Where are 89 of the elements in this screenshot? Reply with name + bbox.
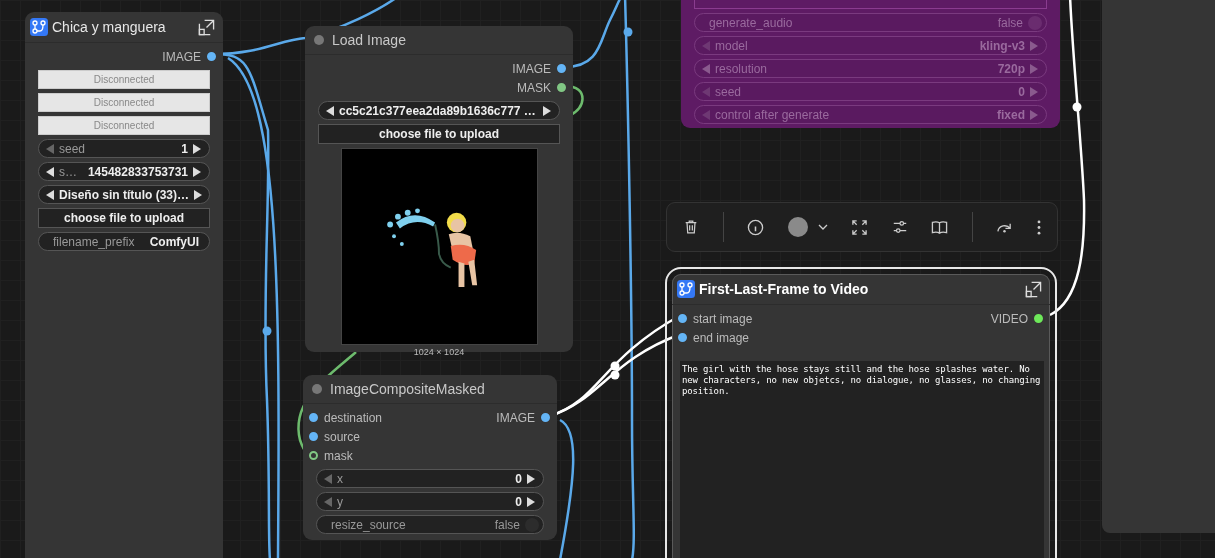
- sliders-icon[interactable]: [891, 219, 908, 235]
- output-label: IMAGE: [512, 61, 551, 76]
- widget-label: resize_source: [331, 517, 406, 532]
- chevron-down-icon[interactable]: [817, 224, 828, 230]
- more-icon[interactable]: [1036, 219, 1041, 235]
- toggle-knob[interactable]: [525, 517, 539, 532]
- output-label: IMAGE: [162, 49, 201, 64]
- disconnected-widget: Disconnected: [38, 70, 210, 89]
- stepper-widget[interactable]: cc5c21c377eea2da89b1636c777 …: [318, 101, 560, 120]
- subgraph-icon: [677, 280, 695, 298]
- decrement-arrow-icon[interactable]: [326, 105, 334, 116]
- widget-value: ComfyUI: [149, 234, 199, 249]
- disconnected-widget: Disconnected: [38, 116, 210, 135]
- increment-arrow-icon[interactable]: [527, 496, 535, 507]
- widget-value: cc5c21c377eea2da89b1636c777 …: [339, 103, 537, 118]
- widget-value: false: [494, 517, 520, 532]
- widget-value: 0: [515, 471, 522, 486]
- stepper-widget[interactable]: seed 1: [38, 139, 210, 158]
- info-icon[interactable]: [747, 218, 765, 236]
- input-label: source: [324, 429, 361, 444]
- toggle-widget[interactable]: resize_source false: [316, 515, 544, 534]
- widget-value: 1: [181, 141, 188, 156]
- widget-value: Diseño sin título (33)…: [59, 187, 189, 202]
- widget-value: 0: [1018, 84, 1025, 99]
- upload-button[interactable]: choose file to upload: [38, 208, 210, 228]
- input-slot-dot[interactable]: [678, 333, 687, 342]
- widget-value: false: [997, 15, 1023, 30]
- widget-value: 720p: [997, 61, 1025, 76]
- widget-label: generate_audio: [709, 15, 793, 30]
- widget-label: y: [337, 494, 343, 509]
- input-label: start image: [693, 311, 753, 326]
- input-slot-dot[interactable]: [678, 314, 687, 323]
- widget-label: s…: [59, 164, 77, 179]
- fit-view-icon[interactable]: [851, 218, 869, 236]
- node-title: Load Image: [332, 32, 407, 48]
- widget-label: filename_prefix: [53, 234, 135, 249]
- toggle-knob[interactable]: [1028, 15, 1042, 30]
- input-label: end image: [693, 330, 750, 345]
- output-slot-dot[interactable]: [207, 52, 216, 61]
- book-icon[interactable]: [931, 218, 949, 236]
- stepper-widget[interactable]: s… 145482833753731: [38, 162, 210, 181]
- output-slot-dot[interactable]: [1034, 314, 1043, 323]
- open-subgraph-icon[interactable]: [198, 18, 215, 36]
- widget-value: 0: [515, 494, 522, 509]
- widget-value: 145482833753731: [87, 164, 188, 179]
- increment-arrow-icon[interactable]: [543, 105, 551, 116]
- input-slot-dot[interactable]: [309, 451, 318, 460]
- widget-value: kling-v3: [979, 38, 1025, 53]
- decrement-arrow-icon[interactable]: [46, 189, 54, 200]
- decrement-arrow-icon[interactable]: [46, 166, 54, 177]
- widget-label: model: [715, 38, 748, 53]
- node-title: Chica y manguera: [52, 19, 167, 35]
- prompt-field[interactable]: The girl with the hose stays still and the hose splashes water. No new characters, no new objetcs, no dialogue, no glasses, no changing position.: [680, 361, 1044, 558]
- output-slot-dot[interactable]: [541, 413, 550, 422]
- output-slot-dot[interactable]: [557, 64, 566, 73]
- output-slot-dot[interactable]: [557, 83, 566, 92]
- input-label: mask: [324, 448, 353, 463]
- input-label: destination: [324, 410, 383, 425]
- node-card[interactable]: Chica y manguera IMAGE Disconnected Disconnected Disconnected seed 1 s… 145482833753731 Diseño sin título (33)… choose file to upload filename_prefix ComfyUI: [25, 12, 223, 558]
- increment-arrow-icon[interactable]: [193, 143, 201, 154]
- stepper-widget[interactable]: y 0: [316, 492, 544, 511]
- widget-label: seed: [715, 84, 742, 99]
- increment-arrow-icon[interactable]: [194, 189, 202, 200]
- open-subgraph-icon[interactable]: [1025, 280, 1042, 298]
- input-slot-dot[interactable]: [309, 413, 318, 422]
- output-label: VIDEO: [990, 311, 1028, 326]
- collapse-dot[interactable]: [314, 35, 324, 45]
- collapse-dot[interactable]: [312, 384, 322, 394]
- disconnected-widget: Disconnected: [38, 93, 210, 112]
- text-field[interactable]: filename_prefix ComfyUI: [38, 232, 210, 251]
- node-title: ImageCompositeMasked: [330, 381, 486, 397]
- output-label: MASK: [517, 80, 551, 95]
- upload-button[interactable]: choose file to upload: [318, 124, 560, 144]
- increment-arrow-icon[interactable]: [527, 473, 535, 484]
- output-label: IMAGE: [496, 410, 535, 425]
- color-picker[interactable]: [787, 217, 828, 237]
- trash-icon[interactable]: [683, 219, 699, 235]
- widget-label: seed: [59, 141, 86, 156]
- stepper-widget[interactable]: Diseño sin título (33)…: [38, 185, 210, 204]
- increment-arrow-icon[interactable]: [193, 166, 201, 177]
- widget-value: fixed: [997, 107, 1025, 122]
- input-slot-dot[interactable]: [309, 432, 318, 441]
- subgraph-icon: [30, 18, 48, 36]
- widget-label: control after generate: [715, 107, 830, 122]
- widget-label: x: [337, 471, 343, 486]
- stepper-widget[interactable]: x 0: [316, 469, 544, 488]
- node-card[interactable]: ImageCompositeMasked destination source mask IMAGE x 0 y 0 resize_source false: [303, 375, 557, 540]
- widget-label: resolution: [715, 61, 768, 76]
- node-title: First-Last-Frame to Video: [699, 281, 870, 297]
